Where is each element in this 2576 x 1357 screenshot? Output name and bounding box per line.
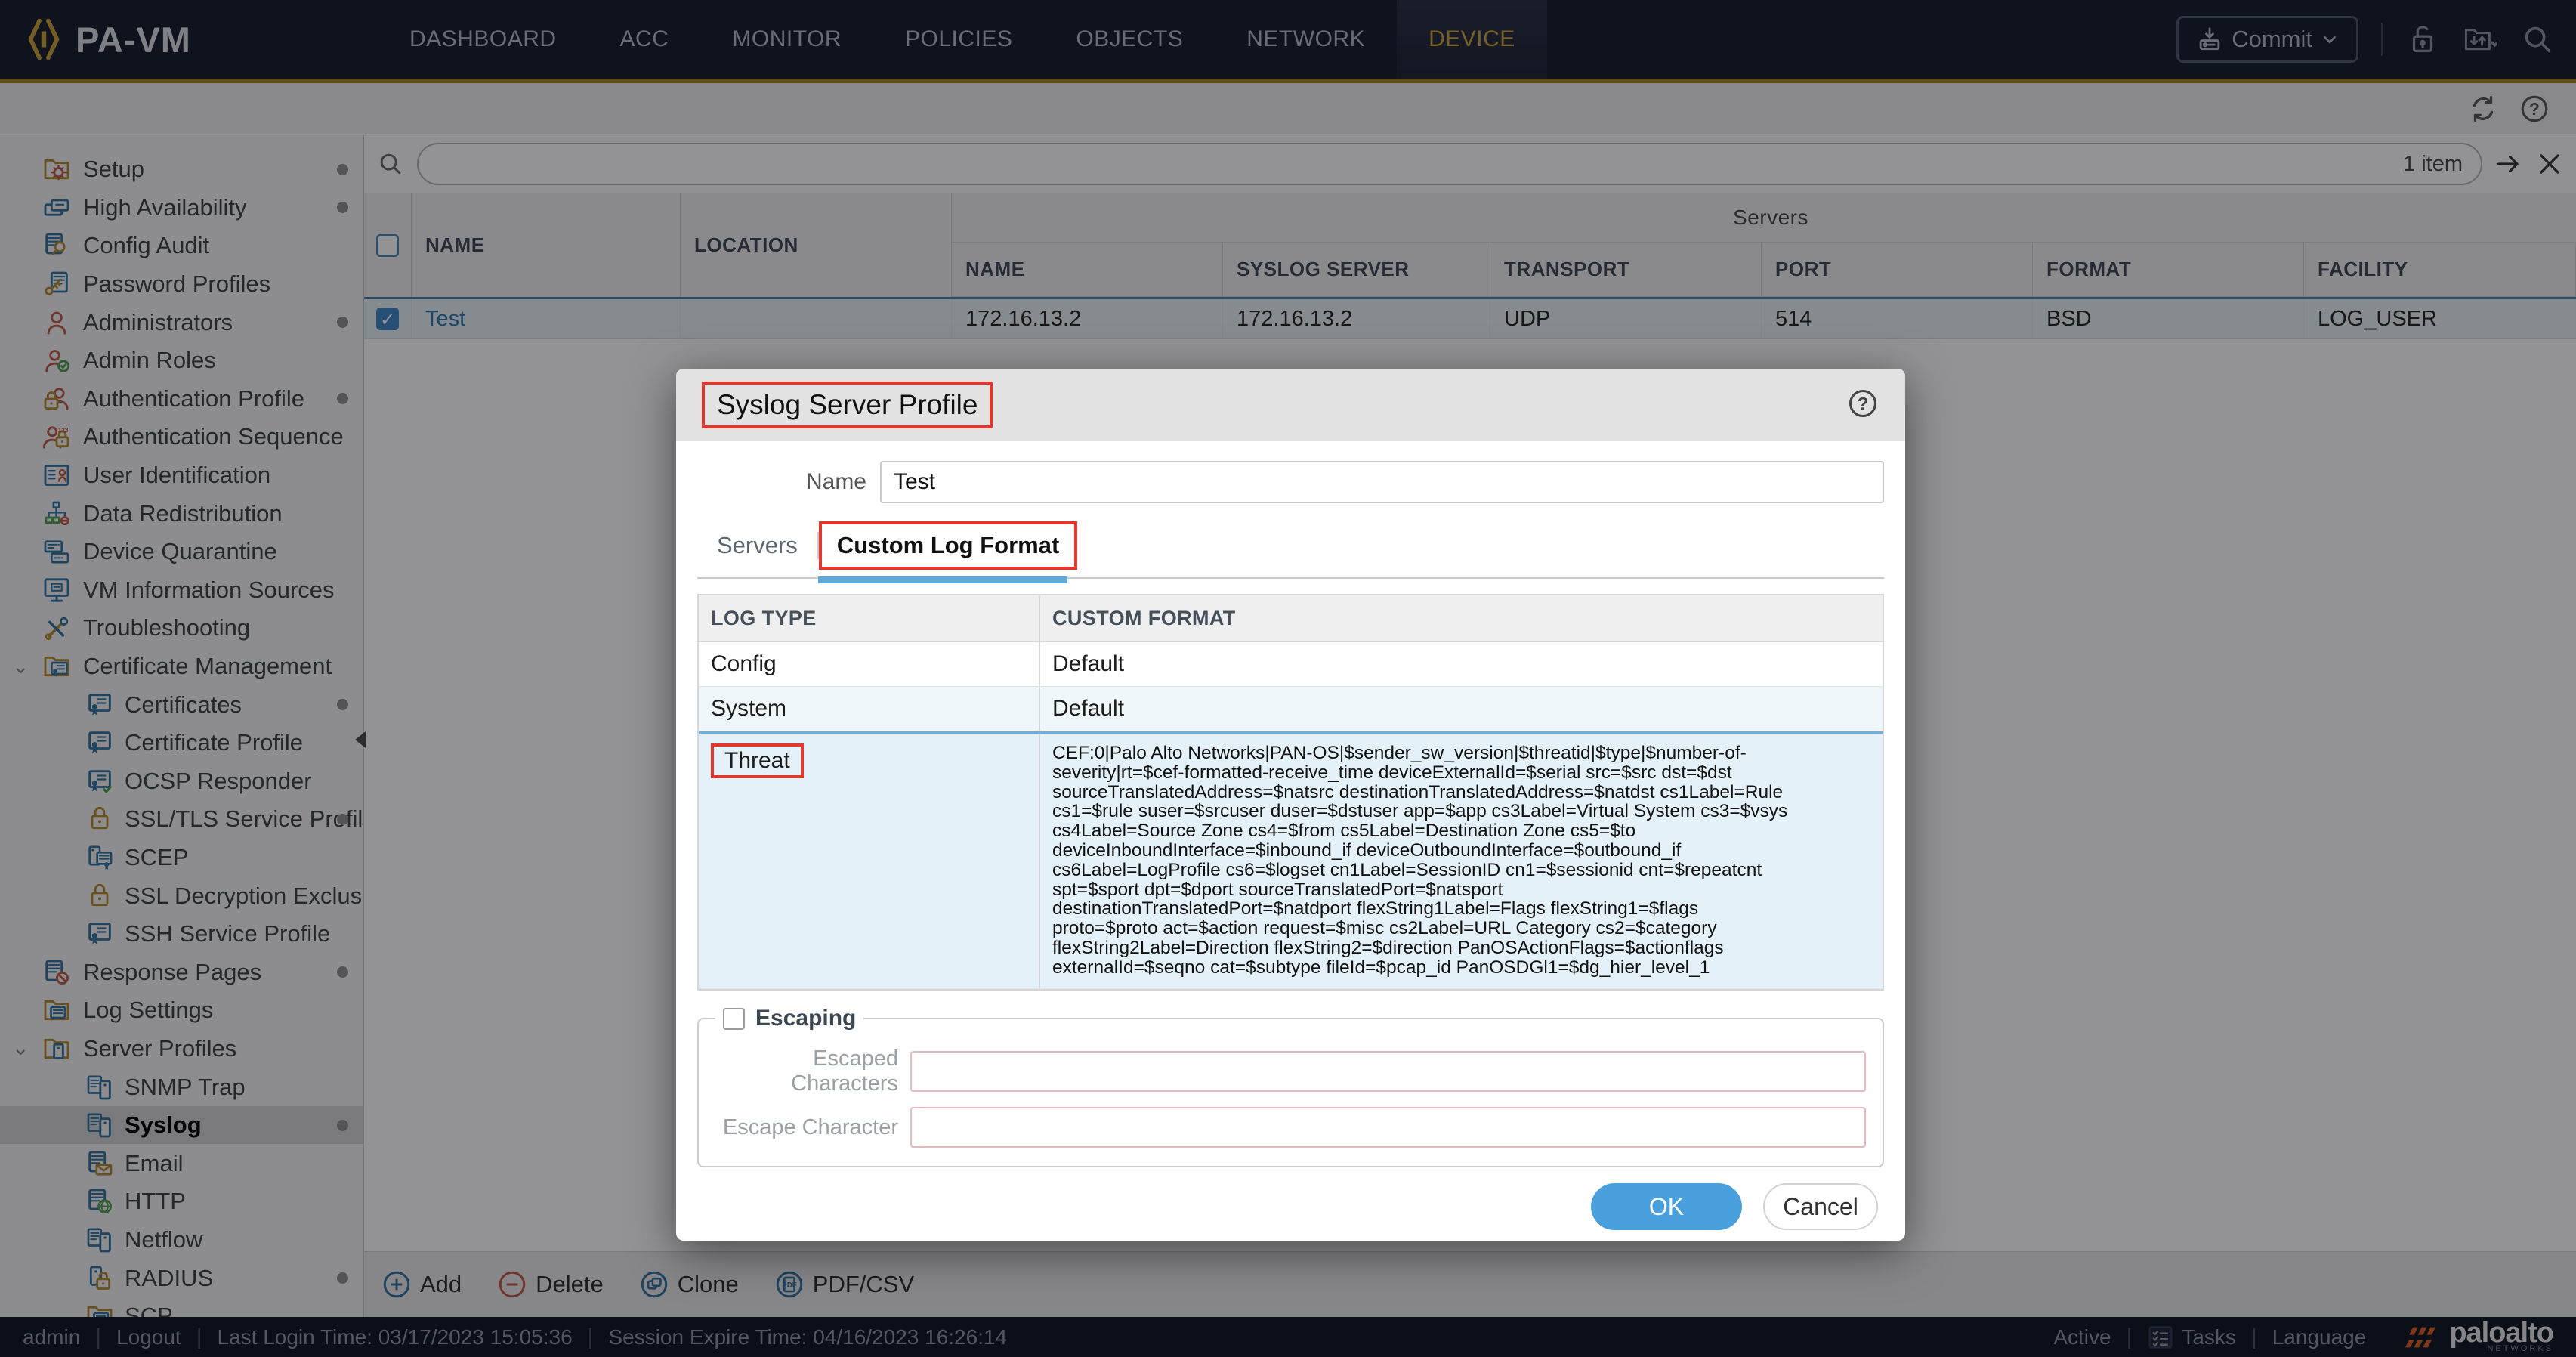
log-type-label: Config <box>699 642 1040 686</box>
cancel-button[interactable]: Cancel <box>1763 1183 1878 1230</box>
log-type-label: System <box>699 687 1040 731</box>
escaping-checkbox[interactable] <box>723 1008 745 1030</box>
name-field-label: Name <box>697 469 880 495</box>
escaped-characters-label: Escaped Characters <box>715 1046 910 1096</box>
log-type-row-system[interactable]: System Default <box>699 687 1883 731</box>
escaping-fieldset: Escaping Escaped Characters Escape Chara… <box>697 1006 1884 1167</box>
annotation-box-threat: Threat <box>711 743 804 778</box>
svg-text:?: ? <box>1858 394 1869 414</box>
escape-character-label: Escape Character <box>715 1115 910 1140</box>
column-header-log-type: LOG TYPE <box>699 595 1040 641</box>
dialog-header: Syslog Server Profile ? <box>676 369 1905 441</box>
tab-servers[interactable]: Servers <box>697 532 817 559</box>
log-format-value: Default <box>1040 687 1883 731</box>
escaping-label: Escaping <box>755 1006 856 1031</box>
annotation-box-title: Syslog Server Profile <box>702 382 993 428</box>
escape-character-field[interactable] <box>910 1107 1866 1148</box>
dialog-tabs: Servers Custom Log Format <box>697 521 1884 570</box>
threat-custom-format-value: CEF:0|Palo Alto Networks|PAN-OS|$sender_… <box>1052 743 1870 979</box>
annotation-box-tab: Custom Log Format <box>819 521 1078 570</box>
log-format-value: Default <box>1040 642 1883 686</box>
dialog-help-button[interactable]: ? <box>1846 387 1879 424</box>
log-type-row-config[interactable]: Config Default <box>699 642 1883 687</box>
log-type-label: Threat <box>724 748 790 773</box>
tab-custom-log-format[interactable]: Custom Log Format <box>837 532 1060 558</box>
help-icon: ? <box>1846 387 1879 420</box>
name-field[interactable] <box>880 461 1884 503</box>
ok-button[interactable]: OK <box>1591 1183 1742 1230</box>
log-type-row-threat[interactable]: Threat CEF:0|Palo Alto Networks|PAN-OS|$… <box>699 731 1883 989</box>
column-header-custom-format: CUSTOM FORMAT <box>1040 595 1883 641</box>
syslog-server-profile-dialog: Syslog Server Profile ? Name Servers Cus… <box>676 369 1905 1241</box>
escaped-characters-field[interactable] <box>910 1051 1866 1092</box>
active-tab-indicator <box>818 576 1067 583</box>
dialog-title: Syslog Server Profile <box>717 389 978 420</box>
custom-log-format-table: LOG TYPE CUSTOM FORMAT Config Default Sy… <box>697 594 1884 991</box>
